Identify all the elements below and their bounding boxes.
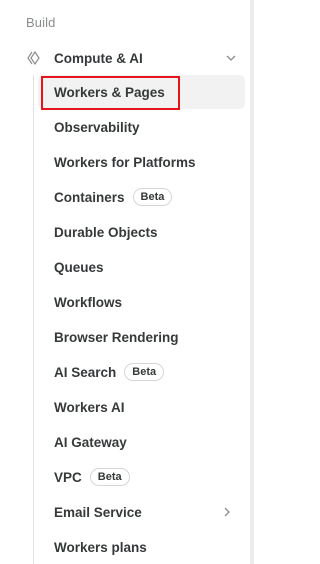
compute-icon	[26, 50, 42, 66]
sidebar-item-label: Durable Objects	[54, 224, 158, 240]
beta-badge: Beta	[124, 363, 165, 381]
sidebar-item-workers-ai[interactable]: Workers AI	[38, 390, 245, 424]
sidebar-item-email-service[interactable]: Email Service	[38, 495, 245, 529]
sidebar-item-label: Workflows	[54, 294, 123, 310]
sidebar-item-label: Workers plans	[54, 539, 147, 555]
section-title-build: Build	[26, 15, 56, 30]
sidebar-item-workers-for-platforms[interactable]: Workers for Platforms	[38, 145, 245, 179]
sidebar-item-label: Queues	[54, 259, 104, 275]
sidebar-item-workers-plans[interactable]: Workers plans	[38, 530, 245, 564]
sidebar-item-vpc[interactable]: VPC Beta	[38, 460, 245, 494]
sidebar-item-label: AI Search	[54, 364, 117, 380]
sidebar-scrollbar[interactable]	[250, 0, 254, 564]
sidebar-item-ai-search[interactable]: AI Search Beta	[38, 355, 245, 389]
sidebar-item-label: Workers & Pages	[54, 84, 165, 100]
sidebar-item-label: AI Gateway	[54, 434, 127, 450]
sidebar-item-browser-rendering[interactable]: Browser Rendering	[38, 320, 245, 354]
chevron-right-icon[interactable]	[221, 506, 233, 518]
sidebar-item-label: VPC	[54, 469, 82, 485]
nav-tree-rail	[33, 75, 34, 564]
sidebar-item-label: Workers AI	[54, 399, 125, 415]
chevron-down-icon[interactable]	[224, 51, 238, 65]
sidebar-item-label: Browser Rendering	[54, 329, 179, 345]
sidebar-item-containers[interactable]: Containers Beta	[38, 180, 245, 214]
beta-badge: Beta	[132, 188, 173, 206]
group-compute-ai[interactable]: Compute & AI	[26, 45, 246, 71]
sidebar-item-queues[interactable]: Queues	[38, 250, 245, 284]
sidebar-item-label: Email Service	[54, 504, 142, 520]
sidebar-item-workers-pages[interactable]: Workers & Pages	[38, 75, 245, 110]
sidebar-nav: Build Compute & AI Workers & Pages Obser…	[0, 0, 254, 564]
sidebar-item-workflows[interactable]: Workflows	[38, 285, 245, 319]
sidebar-item-observability[interactable]: Observability	[38, 110, 245, 144]
beta-badge: Beta	[89, 468, 130, 486]
sidebar-item-ai-gateway[interactable]: AI Gateway	[38, 425, 245, 459]
sidebar-item-durable-objects[interactable]: Durable Objects	[38, 215, 245, 249]
group-label: Compute & AI	[54, 50, 143, 66]
sidebar-item-label: Containers	[54, 189, 125, 205]
sidebar-item-label: Observability	[54, 119, 140, 135]
sidebar-item-label: Workers for Platforms	[54, 154, 196, 170]
